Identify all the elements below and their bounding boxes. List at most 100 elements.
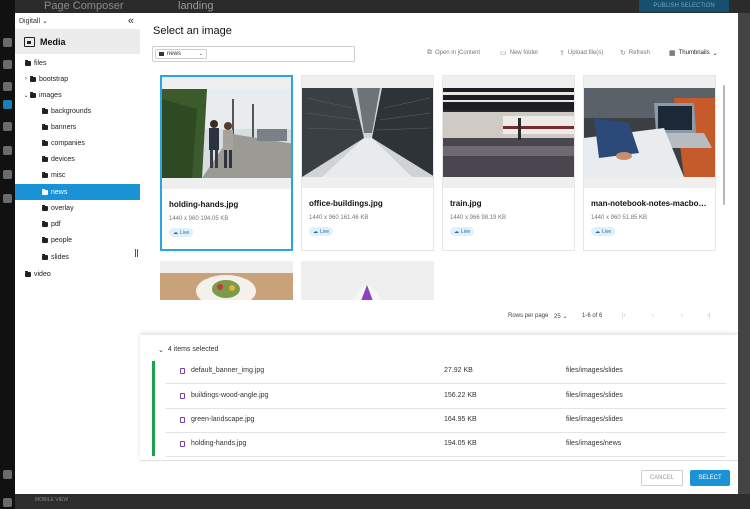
status-badge-label: Live <box>602 228 612 235</box>
refresh-icon: ↻ <box>620 50 626 57</box>
selected-item-size: 27.92 KB <box>444 367 473 374</box>
folder-icon <box>30 91 36 98</box>
thumbnail-man-notebook <box>584 88 715 177</box>
chevron-down-icon[interactable]: ⌄ <box>22 92 30 99</box>
tree-node-news[interactable]: news <box>15 184 140 200</box>
image-file-icon <box>180 368 185 374</box>
status-badge: ☁ Live <box>169 228 194 237</box>
view-mode-selector[interactable]: ▦ Thumbnails ⌄ <box>669 49 718 57</box>
selected-item-row[interactable]: holding-hands.jpg 194.05 KB files/images… <box>166 432 726 457</box>
folder-icon <box>42 188 48 195</box>
selected-item-row[interactable]: buildings-wood-angle.jpg 156.22 KB files… <box>166 384 726 409</box>
status-badge: ☁ Live <box>309 227 334 236</box>
tree-node-bootstrap[interactable]: › bootstrap <box>15 71 140 87</box>
holding-hands-image <box>162 89 291 178</box>
tree-node-label: video <box>34 270 51 278</box>
selected-item-row[interactable]: default_banner_img.jpg 27.92 KB files/im… <box>166 359 726 384</box>
previous-page-icon[interactable]: ‹ <box>652 313 654 319</box>
chevron-down-icon: ⌄ <box>712 50 718 57</box>
tree-node-label: files <box>34 59 47 67</box>
selected-item-row[interactable]: green-landscape.jpg 164.95 KB files/imag… <box>166 408 726 433</box>
rows-per-page-label: Rows per page <box>508 313 549 319</box>
tree-node-misc[interactable]: misc <box>15 167 140 183</box>
image-card[interactable]: man-notebook-notes-macbo… 1440 x 960 51.… <box>583 75 716 251</box>
settings-icon <box>3 498 12 507</box>
selection-toggle[interactable]: ⌄ 4 items selected <box>158 346 218 354</box>
chevron-right-icon[interactable]: › <box>22 76 30 82</box>
tree-heading: Media <box>15 29 140 54</box>
tree-node-label: devices <box>51 155 75 163</box>
selected-item-name: default_banner_img.jpg <box>191 367 265 374</box>
selection-panel: ⌄ 4 items selected default_banner_img.jp… <box>140 335 738 460</box>
first-page-icon[interactable]: |‹ <box>622 313 626 319</box>
tree-heading-label: Media <box>40 36 66 47</box>
folder-icon <box>42 253 48 260</box>
tree-node-label: backgrounds <box>51 107 92 115</box>
site-selector[interactable]: Digitall ⌄ <box>19 17 48 26</box>
tree-node-pdf[interactable]: pdf <box>15 216 140 232</box>
tree-topbar: Digitall ⌄ « <box>15 13 140 29</box>
image-file-icon <box>180 393 185 399</box>
site-name: Digitall <box>19 17 41 25</box>
tree-node-images[interactable]: ⌄ images <box>15 87 140 103</box>
image-file-icon <box>180 417 185 423</box>
grid-scrollbar[interactable] <box>723 85 725 205</box>
image-card[interactable]: office-buildings.jpg 1440 x 960 161.46 K… <box>301 75 434 251</box>
page-name: landing <box>178 0 214 12</box>
status-badge-label: Live <box>320 228 330 235</box>
app-bottombar <box>15 494 750 509</box>
upload-files-button[interactable]: ⇪ Upload file(s) <box>559 49 603 57</box>
tree-node-label: bootstrap <box>39 75 69 83</box>
image-card[interactable]: holding-hands.jpg 1440 x 960 194.05 KB ☁… <box>160 75 293 251</box>
thumbnail-office-buildings <box>302 88 433 177</box>
card-filename: office-buildings.jpg <box>309 199 383 208</box>
refresh-label: Refresh <box>628 50 650 56</box>
collapse-panel-icon[interactable]: « <box>128 15 134 27</box>
image-card[interactable] <box>160 261 293 300</box>
folder-icon <box>42 139 48 146</box>
tree-node-label: banners <box>51 123 77 131</box>
upload-files-label: Upload file(s) <box>567 50 604 56</box>
status-badge: ☁ Live <box>591 227 616 236</box>
image-grid: holding-hands.jpg 1440 x 960 194.05 KB ☁… <box>160 73 727 300</box>
tree-node-banners[interactable]: banners <box>15 119 140 135</box>
tree-node-backgrounds[interactable]: backgrounds <box>15 103 140 119</box>
card-meta: 1440 x 966 98.19 KB <box>450 215 507 221</box>
last-page-icon[interactable]: ›| <box>707 313 711 319</box>
selected-item-path: files/images/slides <box>566 367 623 374</box>
rows-per-page-selector[interactable]: 25 ⌄ <box>554 313 567 320</box>
tree-node-label: companies <box>51 139 85 147</box>
pagination-range: 1-6 of 6 <box>582 313 603 319</box>
selected-item-size: 156.22 KB <box>444 392 477 399</box>
selected-item-path: files/images/slides <box>566 392 623 399</box>
tree-node-slides[interactable]: slides <box>15 249 140 265</box>
content-icon <box>3 82 12 91</box>
view-mode-label: Thumbnails <box>678 50 710 56</box>
card-meta: 1440 x 960 161.46 KB <box>309 215 369 221</box>
path-selector[interactable]: news ⌄ <box>155 49 207 59</box>
folder-icon <box>42 155 48 162</box>
selected-item-path: files/images/news <box>566 440 622 447</box>
tree-node-overlay[interactable]: overlay <box>15 200 140 216</box>
folder-icon <box>42 220 48 227</box>
tree-node-files[interactable]: files <box>15 55 140 71</box>
refresh-button[interactable]: ↻ Refresh <box>620 49 650 57</box>
media-icon <box>24 36 35 47</box>
open-external-icon: ⧉ <box>427 49 432 56</box>
selected-item-name: holding-hands.jpg <box>191 440 247 447</box>
tree-node-companies[interactable]: companies <box>15 135 140 151</box>
panel-resize-handle[interactable] <box>135 249 138 257</box>
image-card[interactable]: train.jpg 1440 x 966 98.19 KB ☁ Live <box>442 75 575 251</box>
new-folder-button[interactable]: ▭ New folder <box>500 49 538 57</box>
dialog-footer: CANCEL SELECT <box>140 460 738 494</box>
tree-node-people[interactable]: people <box>15 232 140 248</box>
rows-per-page-value: 25 <box>554 314 561 320</box>
image-card[interactable] <box>301 261 434 300</box>
selected-item-size: 164.95 KB <box>444 416 477 423</box>
next-page-icon[interactable]: › <box>681 313 683 319</box>
cancel-button[interactable]: CANCEL <box>641 470 683 486</box>
tree-node-video[interactable]: video <box>15 266 140 282</box>
open-in-jcontent-button[interactable]: ⧉ Open in jContent <box>427 49 480 57</box>
tree-node-devices[interactable]: devices <box>15 151 140 167</box>
select-button[interactable]: SELECT <box>690 470 730 486</box>
